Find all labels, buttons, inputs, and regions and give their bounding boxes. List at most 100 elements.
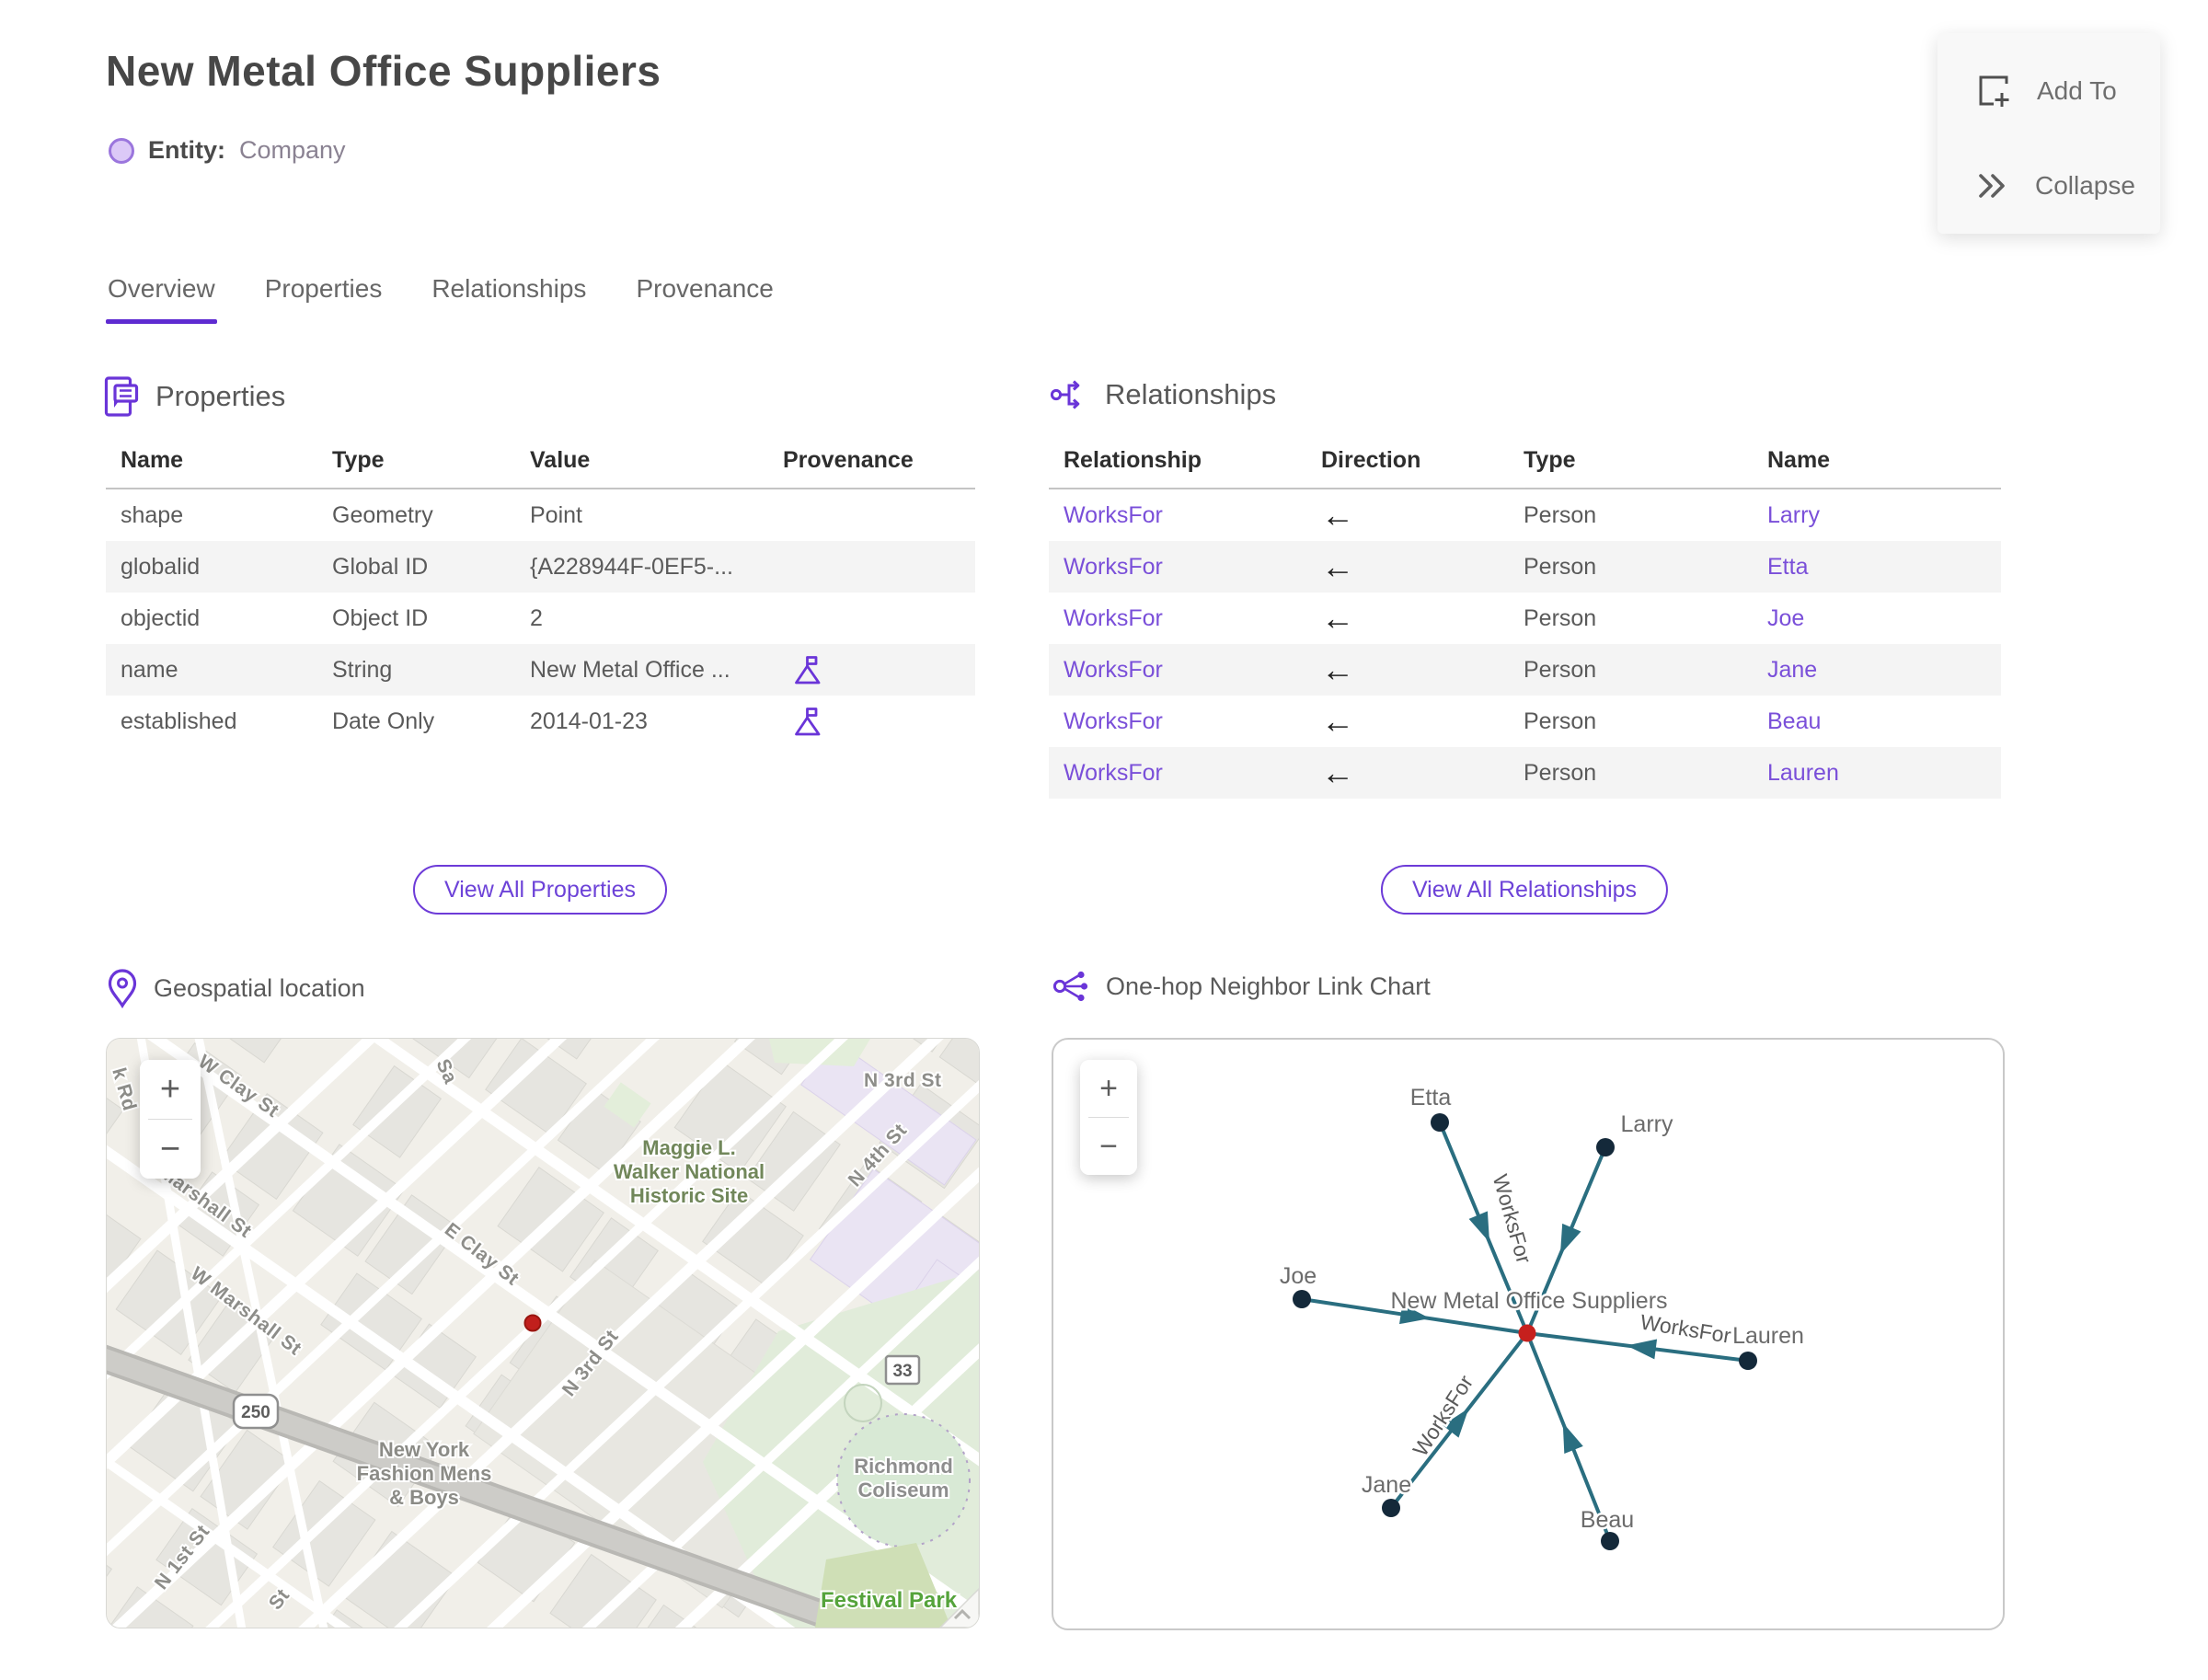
entity-type-cell: Person xyxy=(1524,604,1597,631)
relationship-type-link[interactable]: WorksFor xyxy=(1064,657,1163,684)
property-type: Object ID xyxy=(332,604,429,631)
edge-arrowhead xyxy=(1468,1211,1490,1243)
svg-text:250: 250 xyxy=(241,1403,270,1422)
node-beau[interactable] xyxy=(1601,1532,1619,1550)
tab-provenance[interactable]: Provenance xyxy=(634,274,775,324)
relationship-type-link[interactable]: WorksFor xyxy=(1064,605,1163,632)
link-chart-icon xyxy=(1052,971,1088,1002)
relationship-row: WorksFor ← Person Joe xyxy=(1049,593,2001,644)
tab-relationships[interactable]: Relationships xyxy=(430,274,588,324)
relationship-row: WorksFor ← Person Larry xyxy=(1049,489,2001,541)
properties-section-title: Properties xyxy=(155,380,286,412)
street-label: N 3rd St xyxy=(864,1070,942,1091)
view-all-relationships-button[interactable]: View All Relationships xyxy=(1380,865,1669,915)
geospatial-map[interactable]: W Clay St k Rd Sa Marshall St W Marshall St E… xyxy=(106,1038,980,1628)
place-label: Festival Park xyxy=(821,1588,958,1613)
relationships-section-header: Relationships xyxy=(1050,375,1276,414)
relationship-type-link[interactable]: WorksFor xyxy=(1064,760,1163,787)
direction-arrow: ← xyxy=(1321,499,1354,532)
chart-zoom-in-button[interactable]: + xyxy=(1080,1060,1137,1117)
edge-arrowhead xyxy=(1562,1422,1583,1455)
map-zoom-control: + − xyxy=(140,1060,201,1179)
property-name: globalid xyxy=(121,553,201,580)
node-larry[interactable] xyxy=(1596,1138,1615,1156)
direction-arrow: ← xyxy=(1321,653,1354,686)
route-shield: 250 xyxy=(232,1393,280,1430)
link-chart[interactable]: WorksFor WorksFor WorksFor Etta Larry Joe Laur… xyxy=(1052,1038,2005,1630)
node-label-center: New Metal Office Suppliers xyxy=(1390,1288,1667,1314)
entity-type-row: Entity: Company xyxy=(109,136,346,165)
node-joe[interactable] xyxy=(1293,1290,1311,1308)
entity-location-marker[interactable] xyxy=(523,1314,542,1332)
properties-table: Name Type Value Provenance shape Geometry Poi… xyxy=(106,447,975,747)
place-label: Richmond Coliseum xyxy=(854,1455,953,1502)
relationship-type-link[interactable]: WorksFor xyxy=(1064,708,1163,735)
map-zoom-out-button[interactable]: − xyxy=(140,1120,201,1179)
entity-type-cell: Person xyxy=(1524,708,1597,734)
property-value: New Metal Office ... xyxy=(530,656,730,683)
node-label-larry: Larry xyxy=(1621,1111,1673,1137)
collapse-button[interactable]: Collapse xyxy=(1938,169,2135,202)
relationship-type-link[interactable]: WorksFor xyxy=(1064,502,1163,529)
entity-type-cell: Person xyxy=(1524,759,1597,786)
relationships-table: Relationship Direction Type Name WorksFor ← P… xyxy=(1049,447,2001,799)
property-row: globalid Global ID {A228944F-0EF5-... xyxy=(106,541,975,593)
entity-label: Entity: xyxy=(148,136,225,164)
add-to-button[interactable]: Add To xyxy=(1938,72,2117,110)
entity-name-link[interactable]: Etta xyxy=(1767,554,1808,581)
direction-arrow: ← xyxy=(1321,756,1354,789)
provenance-flag-icon xyxy=(795,656,821,685)
svg-text:33: 33 xyxy=(892,1362,912,1381)
node-jane[interactable] xyxy=(1382,1499,1400,1517)
property-value: 2014-01-23 xyxy=(530,708,648,734)
property-type: Global ID xyxy=(332,553,429,580)
properties-table-header: Name Type Value Provenance xyxy=(106,447,975,489)
entity-name-link[interactable]: Lauren xyxy=(1767,760,1839,787)
property-value: Point xyxy=(530,501,582,528)
add-to-label: Add To xyxy=(2037,76,2117,105)
column-header: Provenance xyxy=(783,447,914,473)
view-all-properties-button[interactable]: View All Properties xyxy=(413,865,667,915)
tab-properties[interactable]: Properties xyxy=(263,274,385,324)
map-zoom-in-button[interactable]: + xyxy=(140,1060,201,1119)
tabs: Overview Properties Relationships Provenanc… xyxy=(106,274,776,324)
tab-overview[interactable]: Overview xyxy=(106,274,217,324)
entity-name-link[interactable]: Beau xyxy=(1767,708,1821,735)
node-label-joe: Joe xyxy=(1280,1263,1317,1289)
direction-arrow: ← xyxy=(1321,705,1354,738)
chart-zoom-out-button[interactable]: − xyxy=(1080,1118,1137,1175)
direction-arrow: ← xyxy=(1321,550,1354,583)
entity-type-value: Company xyxy=(239,136,346,164)
geospatial-section-title: Geospatial location xyxy=(154,973,365,1002)
property-type: Date Only xyxy=(332,708,435,734)
column-header: Value xyxy=(530,447,591,473)
column-header: Relationship xyxy=(1064,447,1202,473)
entity-type-cell: Person xyxy=(1524,656,1597,683)
property-provenance xyxy=(768,654,975,685)
node-center-entity[interactable] xyxy=(1518,1324,1536,1342)
entity-overview-page: New Metal Office Suppliers Entity: Compa… xyxy=(0,0,2208,1680)
property-name: name xyxy=(121,656,178,683)
add-to-icon xyxy=(1979,75,2009,107)
entity-type-cell: Person xyxy=(1524,501,1597,528)
column-header: Type xyxy=(332,447,385,473)
edge-label: WorksFor xyxy=(1408,1371,1478,1461)
column-header: Name xyxy=(1767,447,1831,473)
node-etta[interactable] xyxy=(1431,1113,1449,1132)
properties-icon xyxy=(104,376,139,417)
property-name: established xyxy=(121,708,237,734)
entity-name-link[interactable]: Joe xyxy=(1767,605,1804,632)
node-label-lauren: Lauren xyxy=(1732,1323,1804,1349)
node-lauren[interactable] xyxy=(1739,1352,1757,1370)
linkchart-section-header: One-hop Neighbor Link Chart xyxy=(1052,968,1431,1005)
property-row: shape Geometry Point xyxy=(106,489,975,541)
relationships-icon xyxy=(1050,380,1080,409)
relationship-type-link[interactable]: WorksFor xyxy=(1064,554,1163,581)
entity-name-link[interactable]: Jane xyxy=(1767,657,1817,684)
properties-section-header: Properties xyxy=(104,375,285,418)
entity-type-cell: Person xyxy=(1524,553,1597,580)
entity-name-link[interactable]: Larry xyxy=(1767,502,1820,529)
property-row: objectid Object ID 2 xyxy=(106,593,975,644)
actions-panel: Add To Collapse xyxy=(1938,33,2160,234)
property-row: name String New Metal Office ... xyxy=(106,644,975,696)
